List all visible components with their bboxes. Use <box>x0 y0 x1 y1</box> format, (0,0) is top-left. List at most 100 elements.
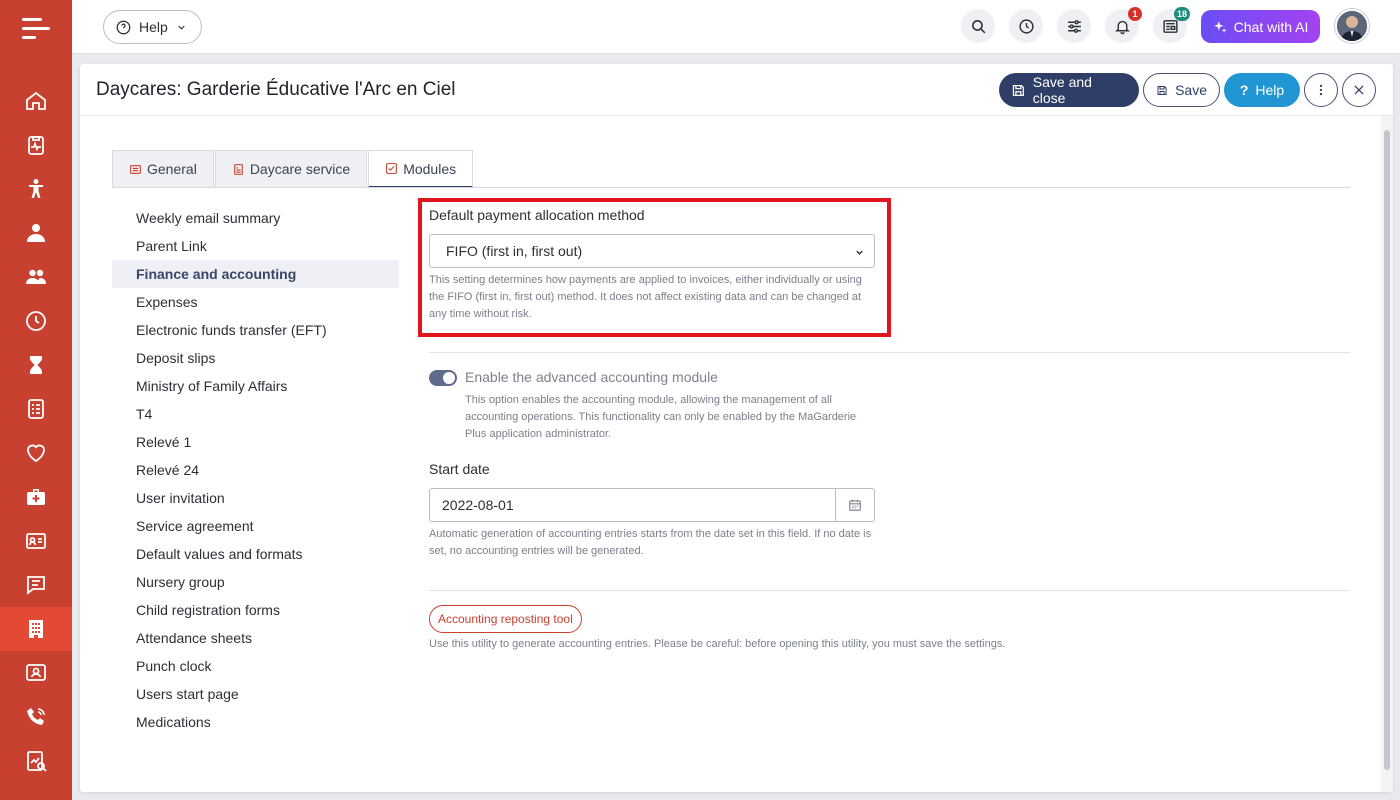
panel-header: Daycares: Garderie Éducative l'Arc en Ci… <box>80 64 1393 116</box>
building-icon[interactable] <box>0 607 72 651</box>
newspaper-icon <box>1162 19 1178 33</box>
group-users-icon[interactable] <box>0 255 72 299</box>
advanced-accounting-toggle[interactable] <box>429 370 457 386</box>
advanced-accounting-help: This option enables the accounting modul… <box>465 394 857 440</box>
settings-tabs: General Daycare service Modules <box>112 150 474 188</box>
news-button[interactable]: 18 <box>1153 7 1190 43</box>
clipboard-pulse-icon[interactable] <box>0 123 72 167</box>
chevron-down-icon <box>856 250 863 255</box>
daycare-settings-panel: Daycares: Garderie Éducative l'Arc en Ci… <box>80 64 1393 792</box>
tab-general[interactable]: General <box>112 150 214 187</box>
start-date-label: Start date <box>429 461 490 477</box>
more-options-button[interactable] <box>1304 73 1338 107</box>
chat-with-ai-button[interactable]: Chat with AI <box>1201 10 1320 43</box>
save-and-close-label: Save and close <box>1032 74 1092 106</box>
save-and-close-button[interactable]: Save and close <box>999 73 1139 107</box>
close-button[interactable] <box>1342 73 1376 107</box>
question-mark-icon: ? <box>1239 82 1249 98</box>
checkbox-icon <box>386 163 398 174</box>
search-button[interactable] <box>961 9 995 43</box>
id-card-icon[interactable] <box>0 519 72 563</box>
tab-daycare-service-label: Daycare service <box>249 161 351 177</box>
settings-sliders-button[interactable] <box>1057 9 1091 43</box>
start-date-help: Automatic generation of accounting entri… <box>429 528 872 557</box>
advanced-accounting-label: Enable the advanced accounting module <box>465 369 718 385</box>
payment-method-help: This setting determines how payments are… <box>429 274 862 320</box>
side-item-weekly-email-summary[interactable]: Weekly email summary <box>112 204 399 232</box>
side-item-user-invitation[interactable]: User invitation <box>112 484 399 512</box>
save-button[interactable]: Save <box>1143 73 1220 107</box>
staff-icon[interactable] <box>0 211 72 255</box>
document-icon <box>233 163 243 175</box>
question-circle-icon <box>116 20 131 34</box>
side-item-deposit-slips[interactable]: Deposit slips <box>112 344 399 372</box>
calendar-icon <box>849 499 861 511</box>
reposting-tool-help: Use this utility to generate accounting … <box>429 638 1006 650</box>
user-avatar[interactable] <box>1335 9 1369 43</box>
side-item-punch-clock[interactable]: Punch clock <box>112 652 399 680</box>
sliders-icon <box>1067 19 1081 33</box>
tab-general-label: General <box>147 161 197 177</box>
help-label: Help <box>1255 82 1285 98</box>
home-icon[interactable] <box>0 79 72 123</box>
modules-side-menu: Weekly email summary Parent Link Finance… <box>112 204 399 736</box>
scrollbar-thumb[interactable] <box>1384 130 1390 770</box>
side-item-users-start-page[interactable]: Users start page <box>112 680 399 708</box>
hourglass-icon[interactable] <box>0 343 72 387</box>
left-navigation-rail <box>0 0 72 800</box>
side-item-child-registration-forms[interactable]: Child registration forms <box>112 596 399 624</box>
floppy-disk-icon <box>1157 85 1167 95</box>
history-button[interactable] <box>1009 9 1043 43</box>
help-button[interactable]: ? Help <box>1224 73 1300 107</box>
section-divider <box>429 352 1350 353</box>
side-item-parent-link[interactable]: Parent Link <box>112 232 399 260</box>
start-date-value: 2022-08-01 <box>442 497 514 513</box>
clock-icon[interactable] <box>0 299 72 343</box>
vertical-scrollbar[interactable] <box>1381 116 1393 792</box>
hamburger-menu-icon[interactable] <box>22 18 50 40</box>
help-dropdown-label: Help <box>139 19 168 35</box>
side-item-finance-and-accounting[interactable]: Finance and accounting <box>112 260 399 288</box>
accounting-reposting-tool-button[interactable]: Accounting reposting tool <box>429 605 582 633</box>
first-aid-kit-icon[interactable] <box>0 475 72 519</box>
side-item-ministry-of-family-affairs[interactable]: Ministry of Family Affairs <box>112 372 399 400</box>
calendar-button[interactable] <box>835 489 874 521</box>
notifications-button[interactable]: 1 <box>1105 7 1142 43</box>
phone-icon[interactable] <box>0 695 72 739</box>
search-icon <box>971 19 985 33</box>
close-icon <box>1354 85 1364 95</box>
tab-modules[interactable]: Modules <box>368 150 474 188</box>
message-icon[interactable] <box>0 563 72 607</box>
report-search-icon[interactable] <box>0 739 72 783</box>
bell-icon <box>1114 20 1130 34</box>
notifications-badge: 1 <box>1128 7 1142 21</box>
chevron-down-icon <box>178 25 185 30</box>
help-dropdown-button[interactable]: Help <box>103 10 202 44</box>
side-item-medications[interactable]: Medications <box>112 708 399 736</box>
tab-daycare-service[interactable]: Daycare service <box>214 150 368 187</box>
top-bar: Help 1 18 Chat with AI <box>72 0 1400 54</box>
heart-icon[interactable] <box>0 431 72 475</box>
start-date-input[interactable]: 2022-08-01 <box>429 488 875 522</box>
document-list-icon[interactable] <box>0 387 72 431</box>
vertical-dots-icon <box>1319 84 1323 96</box>
side-item-service-agreement[interactable]: Service agreement <box>112 512 399 540</box>
tab-modules-label: Modules <box>403 160 457 177</box>
side-item-releve-24[interactable]: Relevé 24 <box>112 456 399 484</box>
side-item-eft[interactable]: Electronic funds transfer (EFT) <box>112 316 399 344</box>
side-item-releve-1[interactable]: Relevé 1 <box>112 428 399 456</box>
tabs-divider <box>112 187 1350 188</box>
list-icon <box>130 164 141 174</box>
side-item-nursery-group[interactable]: Nursery group <box>112 568 399 596</box>
side-item-expenses[interactable]: Expenses <box>112 288 399 316</box>
chat-with-ai-label: Chat with AI <box>1233 18 1309 35</box>
child-icon[interactable] <box>0 167 72 211</box>
page-title: Daycares: Garderie Éducative l'Arc en Ci… <box>96 79 456 100</box>
side-item-attendance-sheets[interactable]: Attendance sheets <box>112 624 399 652</box>
save-label: Save <box>1175 82 1207 98</box>
payment-method-select[interactable]: FIFO (first in, first out) <box>429 234 875 268</box>
side-item-t4[interactable]: T4 <box>112 400 399 428</box>
side-item-default-values-and-formats[interactable]: Default values and formats <box>112 540 399 568</box>
user-screen-icon[interactable] <box>0 651 72 695</box>
payment-method-value: FIFO (first in, first out) <box>446 243 583 259</box>
